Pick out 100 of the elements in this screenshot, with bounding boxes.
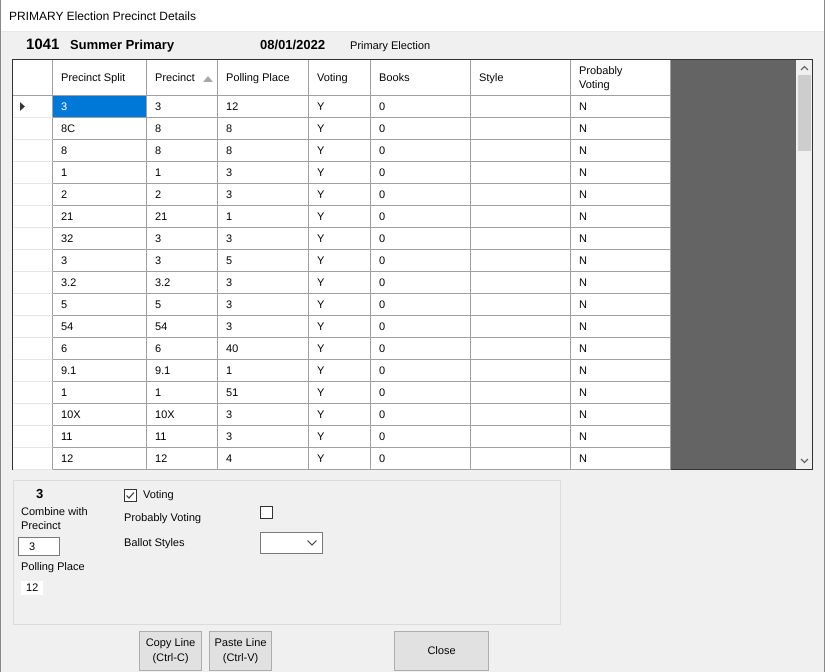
table-cell: Y: [309, 404, 371, 426]
column-header[interactable]: Voting: [309, 60, 371, 96]
table-cell: 0: [371, 338, 471, 360]
table-cell: 8: [53, 140, 147, 162]
table-cell: 40: [218, 338, 309, 360]
table-cell: 54: [147, 316, 218, 338]
table-cell: 5: [147, 294, 218, 316]
table-cell: Y: [309, 228, 371, 250]
table-cell: 0: [371, 184, 471, 206]
table-cell: 0: [371, 228, 471, 250]
table-cell: 0: [371, 272, 471, 294]
column-header[interactable]: Probably Voting: [571, 60, 671, 96]
election-date: 08/01/2022: [260, 37, 326, 52]
table-cell: Y: [309, 272, 371, 294]
scroll-up-icon[interactable]: [800, 65, 808, 71]
probably-voting-label: Probably Voting: [124, 512, 202, 524]
table-cell: N: [571, 140, 671, 162]
table-cell: Y: [309, 96, 371, 118]
table-cell: N: [571, 426, 671, 448]
table-cell: 3: [147, 96, 218, 118]
table-cell: 10X: [147, 404, 218, 426]
column-header[interactable]: Style: [471, 60, 571, 96]
checkbox[interactable]: [124, 488, 137, 502]
table-cell: N: [571, 250, 671, 272]
table-cell: 6: [53, 338, 147, 360]
table-cell: 0: [371, 316, 471, 338]
table-cell: 3: [218, 294, 309, 316]
table-cell: 1: [218, 360, 309, 382]
table-cell: N: [571, 294, 671, 316]
table-cell: 3: [218, 426, 309, 448]
sort-ascending-icon: [203, 76, 213, 82]
election-type: Primary Election: [350, 40, 430, 52]
table-cell: 1: [147, 382, 218, 404]
polling-place-label: Polling Place: [21, 560, 86, 574]
scroll-down-icon[interactable]: [800, 458, 808, 464]
column-header[interactable]: Precinct Split: [53, 60, 147, 96]
table-cell: 12: [53, 448, 147, 470]
table-cell: N: [571, 382, 671, 404]
combine-field[interactable]: 3: [18, 537, 60, 556]
ballot-styles-dropdown[interactable]: [260, 532, 323, 554]
table-cell: 1: [218, 206, 309, 228]
column-header[interactable]: Books: [371, 60, 471, 96]
table-cell: 32: [53, 228, 147, 250]
row-header-corner: [13, 60, 53, 96]
combine-label: Combine with Precinct: [21, 505, 89, 533]
table-cell: 1: [53, 162, 147, 184]
table-cell: 0: [371, 382, 471, 404]
election-name: Summer Primary: [70, 37, 176, 52]
table-cell: Y: [309, 140, 371, 162]
table-cell: 5: [218, 250, 309, 272]
table-cell: N: [571, 96, 671, 118]
table-cell: N: [571, 272, 671, 294]
table-cell: 1: [147, 162, 218, 184]
table-cell: 12: [218, 96, 309, 118]
polling-place-value: 12: [21, 581, 44, 595]
table-cell: 3: [53, 250, 147, 272]
table-cell: Y: [309, 162, 371, 184]
column-header[interactable]: Precinct: [147, 60, 218, 96]
row-header[interactable]: [13, 96, 53, 118]
action-button[interactable]: Paste Line (Ctrl-V): [209, 631, 272, 671]
table-cell: N: [571, 316, 671, 338]
table-cell: 4: [218, 448, 309, 470]
table-cell: 3: [218, 184, 309, 206]
table-cell: 21: [53, 206, 147, 228]
table-cell: 0: [371, 448, 471, 470]
table-cell: 3: [218, 404, 309, 426]
table-cell: 0: [371, 162, 471, 184]
table-cell: 0: [371, 360, 471, 382]
election-number: 1041: [26, 36, 60, 53]
table-cell: 0: [371, 426, 471, 448]
table-cell: 6: [147, 338, 218, 360]
column-header[interactable]: Polling Place: [218, 60, 309, 96]
table-cell: 2: [53, 184, 147, 206]
table-cell: 0: [371, 96, 471, 118]
table-cell: 3: [218, 316, 309, 338]
checkbox[interactable]: [260, 506, 273, 519]
table-cell: Y: [309, 294, 371, 316]
table-cell: N: [571, 338, 671, 360]
table-cell: 0: [371, 118, 471, 140]
action-button[interactable]: Close: [394, 631, 489, 671]
action-button[interactable]: Copy Line (Ctrl-C): [139, 631, 202, 671]
table-cell: 3.2: [147, 272, 218, 294]
table-cell: 8: [218, 140, 309, 162]
chevron-down-icon: [307, 540, 317, 546]
ballot-styles-label: Ballot Styles: [124, 537, 185, 549]
table-cell: N: [571, 228, 671, 250]
precinct-split-value: 3: [36, 486, 44, 501]
table-cell: 2: [147, 184, 218, 206]
scroll-thumb[interactable]: [798, 75, 810, 151]
table-cell: 11: [147, 426, 218, 448]
table-cell: Y: [309, 250, 371, 272]
table-cell: 0: [371, 404, 471, 426]
vertical-scrollbar[interactable]: [796, 60, 812, 469]
table-cell: 11: [53, 426, 147, 448]
table-cell: 54: [53, 316, 147, 338]
table-cell: N: [571, 206, 671, 228]
table-cell: Y: [309, 316, 371, 338]
table-cell: 5: [53, 294, 147, 316]
table-cell: N: [571, 118, 671, 140]
table-cell: 10X: [53, 404, 147, 426]
